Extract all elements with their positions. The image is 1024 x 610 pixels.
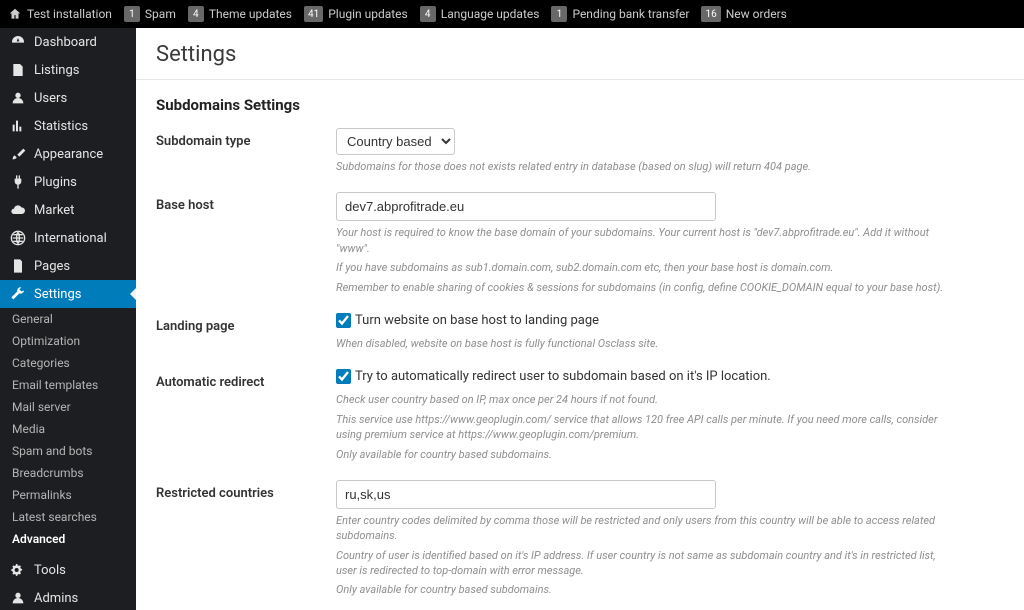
page-title: Settings [156,42,1004,67]
admin-topbar: Test installation 1Spam 4Theme updates 4… [0,0,1024,28]
sidebar-item-market[interactable]: Market [0,196,136,224]
submenu-item-email-templates[interactable]: Email templates [10,374,136,396]
sidebar-item-pages[interactable]: Pages [0,252,136,280]
sidebar-item-label: Users [34,91,67,106]
topbar-item[interactable]: 1Spam [124,6,176,22]
sidebar-item-admins[interactable]: Admins [0,584,136,610]
settings-content: Settings Subdomains Settings Subdomain t… [136,28,1024,610]
sidebar-item-label: Market [34,203,74,218]
sidebar-item-label: International [34,231,107,246]
plug-icon [10,174,26,190]
page-icon [10,258,26,274]
user-icon [10,590,26,606]
subdomain-type-select[interactable]: Country based [336,128,455,155]
submenu-item-categories[interactable]: Categories [10,352,136,374]
stats-icon [10,118,26,134]
home-icon [8,7,22,21]
sidebar-item-appearance[interactable]: Appearance [0,140,136,168]
submenu-item-general[interactable]: General [10,308,136,330]
admin-sidebar: Dashboard Listings Users Statistics Appearan… [0,28,136,610]
sidebar-item-label: Pages [34,259,70,274]
submenu-item-mail-server[interactable]: Mail server [10,396,136,418]
listings-icon [10,62,26,78]
sidebar-submenu: GeneralOptimizationCategoriesEmail templ… [0,308,136,556]
help-redirect-1: Check user country based on IP, max once… [336,392,956,407]
restricted-input[interactable] [336,480,716,509]
sidebar-item-label: Listings [34,63,79,78]
sidebar-item-settings[interactable]: Settings [0,280,136,308]
label-redirect: Automatic redirect [156,369,336,390]
topbar-item[interactable]: 4Language updates [420,6,540,22]
divider [136,79,1024,80]
section-title: Subdomains Settings [156,96,1004,114]
help-base-host-2: If you have subdomains as sub1.domain.co… [336,260,956,275]
topbar-badge: 1 [124,6,140,22]
sidebar-item-label: Admins [34,591,78,606]
help-restricted-2: Country of user is identified based on i… [336,548,956,579]
sidebar-item-international[interactable]: International [0,224,136,252]
sidebar-item-plugins[interactable]: Plugins [0,168,136,196]
sidebar-item-label: Dashboard [34,35,97,50]
sidebar-item-users[interactable]: Users [0,84,136,112]
sidebar-item-label: Appearance [34,147,103,162]
sidebar-item-tools[interactable]: Tools [0,556,136,584]
brush-icon [10,146,26,162]
help-restricted-3: Only available for country based subdoma… [336,582,956,597]
help-base-host-3: Remember to enable sharing of cookies & … [336,280,956,295]
submenu-item-breadcrumbs[interactable]: Breadcrumbs [10,462,136,484]
help-redirect-2: This service use https://www.geoplugin.c… [336,412,956,443]
redirect-checkbox[interactable] [336,369,351,384]
help-subdomain-type: Subdomains for those does not exists rel… [336,159,956,174]
topbar-site[interactable]: Test installation [8,7,112,21]
topbar-badge: 4 [420,6,436,22]
globe-icon [10,230,26,246]
label-restricted: Restricted countries [156,480,336,501]
help-redirect-3: Only available for country based subdoma… [336,447,956,462]
landing-checkbox-wrap[interactable]: Turn website on base host to landing pag… [336,313,599,328]
base-host-input[interactable] [336,192,716,221]
cloud-icon [10,202,26,218]
landing-checkbox[interactable] [336,313,351,328]
submenu-item-latest-searches[interactable]: Latest searches [10,506,136,528]
topbar-site-label: Test installation [27,7,112,21]
submenu-item-media[interactable]: Media [10,418,136,440]
topbar-item[interactable]: 41Plugin updates [304,6,408,22]
help-base-host-1: Your host is required to know the base d… [336,225,956,256]
topbar-badge: 1 [551,6,567,22]
label-subdomain-type: Subdomain type [156,128,336,149]
topbar-item[interactable]: 4Theme updates [188,6,292,22]
user-icon [10,90,26,106]
submenu-item-optimization[interactable]: Optimization [10,330,136,352]
submenu-item-permalinks[interactable]: Permalinks [10,484,136,506]
label-landing: Landing page [156,313,336,334]
topbar-badge: 4 [188,6,204,22]
redirect-checkbox-wrap[interactable]: Try to automatically redirect user to su… [336,369,771,384]
submenu-item-spam-and-bots[interactable]: Spam and bots [10,440,136,462]
submenu-item-advanced[interactable]: Advanced [10,528,136,550]
topbar-badge: 41 [304,6,323,22]
topbar-item[interactable]: 16New orders [701,6,786,22]
sidebar-item-statistics[interactable]: Statistics [0,112,136,140]
help-restricted-1: Enter country codes delimited by comma t… [336,513,956,544]
sidebar-item-label: Tools [34,563,66,578]
topbar-item[interactable]: 1Pending bank transfer [551,6,689,22]
sidebar-item-label: Settings [34,287,81,302]
gears-icon [10,562,26,578]
help-landing: When disabled, website on base host is f… [336,336,956,351]
sidebar-item-dashboard[interactable]: Dashboard [0,28,136,56]
dashboard-icon [10,34,26,50]
wrench-icon [10,286,26,302]
sidebar-item-label: Statistics [34,119,88,134]
sidebar-item-listings[interactable]: Listings [0,56,136,84]
topbar-badge: 16 [701,6,720,22]
sidebar-item-label: Plugins [34,175,77,190]
label-base-host: Base host [156,192,336,213]
